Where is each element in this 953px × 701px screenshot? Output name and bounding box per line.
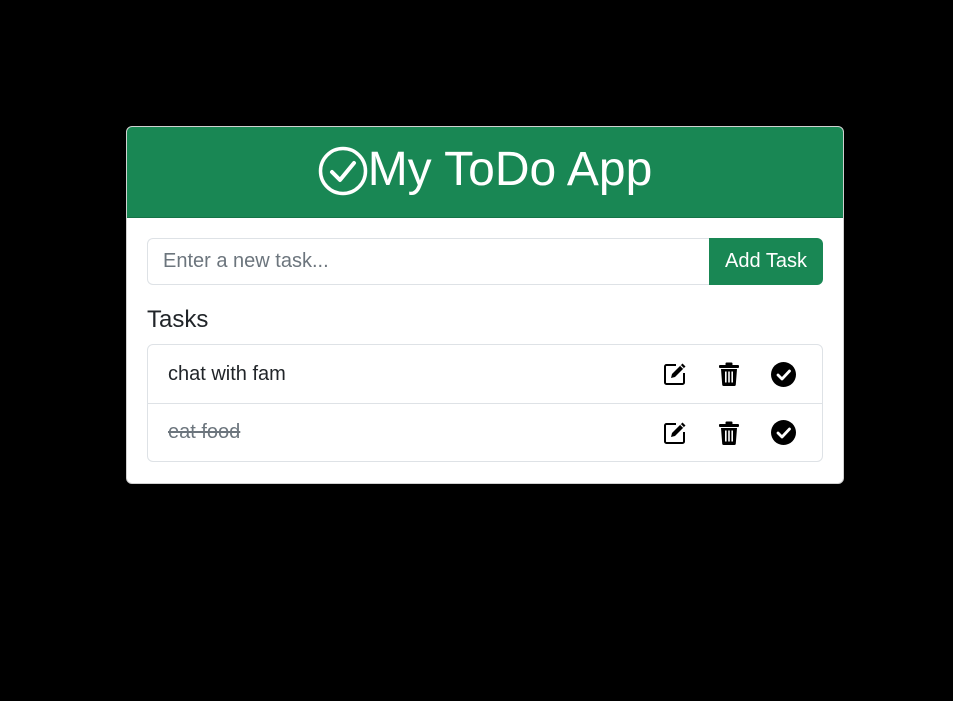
app-header: My ToDo App: [127, 127, 843, 218]
check-icon[interactable]: [770, 361, 796, 387]
check-icon[interactable]: [770, 420, 796, 446]
tasks-heading: Tasks: [147, 306, 209, 333]
trash-icon[interactable]: [716, 420, 742, 446]
edit-icon[interactable]: [662, 361, 688, 387]
new-task-form: Add Task: [147, 238, 823, 285]
card-body: Add Task Tasks chat with fam: [127, 218, 843, 462]
task-text-completed: eat food: [168, 421, 241, 443]
trash-icon[interactable]: [716, 361, 742, 387]
task-text: chat with fam: [168, 362, 286, 385]
new-task-input[interactable]: [147, 238, 709, 285]
check-circle-icon: [318, 146, 368, 196]
task-actions: [662, 420, 796, 446]
add-task-button[interactable]: Add Task: [709, 238, 823, 285]
todo-card: My ToDo App Add Task Tasks chat with fam: [126, 126, 844, 484]
edit-icon[interactable]: [662, 420, 688, 446]
task-item: eat food: [148, 403, 822, 461]
task-item: chat with fam: [148, 345, 822, 403]
app-title: My ToDo App: [367, 143, 653, 196]
task-list: chat with fam eat food: [147, 344, 823, 462]
task-actions: [662, 361, 796, 387]
